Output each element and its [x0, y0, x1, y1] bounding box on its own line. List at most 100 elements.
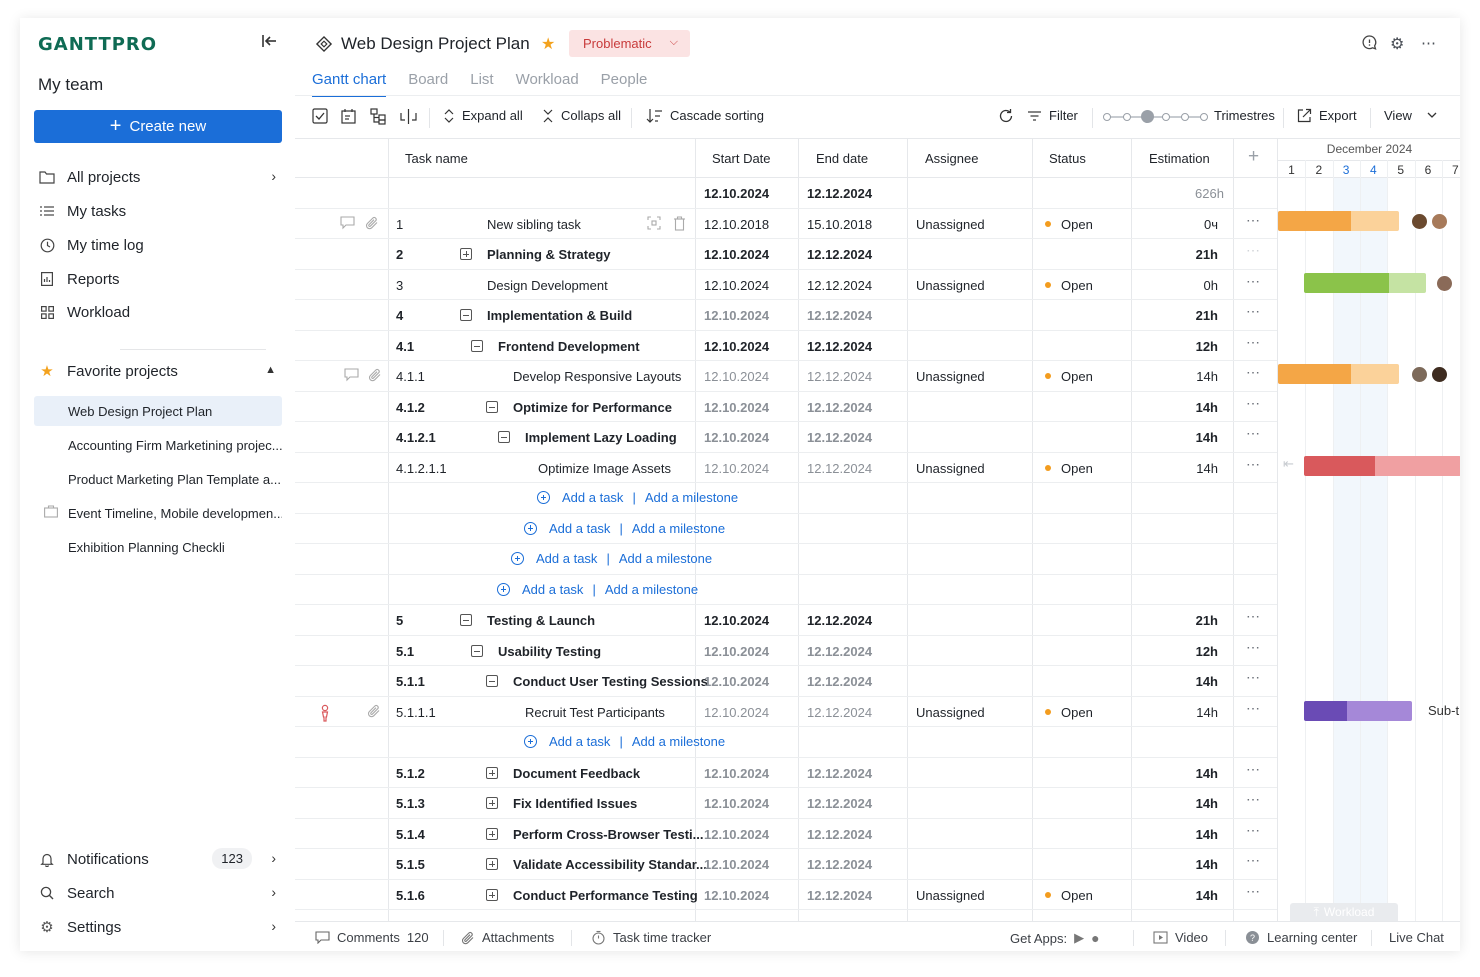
- sidebar-item-my-time-log[interactable]: My time log: [38, 232, 282, 258]
- zoom-slider[interactable]: [1103, 110, 1208, 123]
- add-milestone-link[interactable]: Add a milestone: [619, 551, 712, 566]
- task-start-date[interactable]: 12.10.2024: [704, 796, 769, 811]
- task-assignee[interactable]: Unassigned: [916, 888, 985, 903]
- select-tasks-icon[interactable]: [312, 108, 328, 124]
- task-end-date[interactable]: 12.12.2024: [807, 400, 872, 415]
- comment-icon[interactable]: [340, 215, 355, 231]
- favorite-projects-header[interactable]: ★ Favorite projects ▲: [38, 358, 282, 384]
- task-estimation[interactable]: 21h: [1196, 308, 1218, 323]
- gantt-bar-task-5-1-1-1[interactable]: [1304, 701, 1412, 721]
- task-assignee[interactable]: Unassigned: [916, 278, 985, 293]
- table-row[interactable]: 4.1 Frontend Development 12.10.2024 12.12.2…: [295, 331, 1277, 361]
- column-header-assignee[interactable]: Assignee: [925, 151, 978, 166]
- task-status[interactable]: Open: [1045, 705, 1093, 720]
- add-task-link[interactable]: Add a task: [562, 490, 623, 505]
- task-estimation[interactable]: 21h: [1196, 247, 1218, 262]
- row-more-icon[interactable]: ⋯: [1246, 425, 1261, 442]
- collapse-icon[interactable]: [460, 309, 472, 321]
- task-end-date[interactable]: 12.12.2024: [807, 461, 872, 476]
- add-circle-icon[interactable]: [524, 735, 537, 748]
- focus-icon[interactable]: [647, 215, 662, 231]
- tab-workload[interactable]: Workload: [516, 71, 579, 97]
- column-header-start-date[interactable]: Start Date: [712, 151, 771, 166]
- row-more-icon[interactable]: ⋯: [1246, 639, 1261, 656]
- task-status[interactable]: Open: [1045, 461, 1093, 476]
- favorite-project-item[interactable]: Exhibition Planning Checkli: [34, 532, 282, 562]
- slider-knob[interactable]: [1141, 110, 1154, 123]
- favorite-star-icon[interactable]: ★: [541, 34, 555, 54]
- table-row[interactable]: 5.1.5 Validate Accessibility Standar... 12…: [295, 849, 1277, 880]
- task-estimation[interactable]: 14h: [1196, 430, 1218, 445]
- table-row[interactable]: 5.1.6 Conduct Performance Testing 12.10.20…: [295, 880, 1277, 910]
- task-status[interactable]: Open: [1045, 217, 1093, 232]
- task-start-date[interactable]: 12.10.2024: [704, 888, 769, 903]
- task-end-date[interactable]: 12.12.2024: [807, 430, 872, 445]
- task-estimation[interactable]: 14h: [1196, 461, 1218, 476]
- expand-icon[interactable]: [486, 797, 498, 809]
- task-start-date[interactable]: 12.10.2024: [704, 461, 769, 476]
- sidebar-item-settings[interactable]: ⚙ Settings ›: [38, 914, 282, 940]
- project-title[interactable]: Web Design Project Plan: [341, 34, 530, 54]
- task-end-date[interactable]: 12.12.2024: [807, 796, 872, 811]
- task-name[interactable]: Conduct User Testing Sessions: [513, 674, 708, 689]
- row-more-icon[interactable]: ⋯: [1246, 791, 1261, 808]
- row-more-icon[interactable]: ⋯: [1246, 669, 1261, 686]
- collapse-all-button[interactable]: Collaps all: [542, 108, 621, 123]
- favorite-project-item[interactable]: Product Marketing Plan Template a...: [34, 464, 282, 494]
- table-row[interactable]: 4.1.2 Optimize for Performance 12.10.2024 1…: [295, 392, 1277, 422]
- task-end-date[interactable]: 12.12.2024: [807, 705, 872, 720]
- task-name[interactable]: Validate Accessibility Standar...: [513, 857, 707, 872]
- table-row[interactable]: 5.1.1 Conduct User Testing Sessions 12.10.…: [295, 666, 1277, 697]
- task-estimation[interactable]: 14h: [1196, 400, 1218, 415]
- hierarchy-icon[interactable]: [370, 108, 387, 125]
- table-row[interactable]: 4.1.2.1 Implement Lazy Loading 12.10.2024 1…: [295, 422, 1277, 453]
- task-name[interactable]: Conduct Performance Testing: [513, 888, 698, 903]
- paperclip-icon[interactable]: [368, 368, 383, 383]
- task-estimation[interactable]: 0ч: [1204, 217, 1218, 232]
- gear-icon[interactable]: ⚙: [1390, 34, 1408, 53]
- task-name[interactable]: Fix Identified Issues: [513, 796, 637, 811]
- expand-all-button[interactable]: Expand all: [443, 108, 523, 123]
- row-more-icon[interactable]: ⋯: [1246, 273, 1261, 290]
- expand-icon[interactable]: [486, 827, 498, 840]
- collapse-icon[interactable]: [486, 675, 498, 687]
- expand-icon[interactable]: [486, 858, 498, 870]
- task-estimation[interactable]: 14h: [1196, 766, 1218, 781]
- tab-gantt-chart[interactable]: Gantt chart: [312, 71, 387, 97]
- add-task-link[interactable]: Add a task: [549, 734, 610, 749]
- row-more-icon[interactable]: ⋯: [1246, 608, 1261, 625]
- add-task-link[interactable]: Add a task: [522, 582, 583, 597]
- trash-icon[interactable]: [673, 215, 688, 231]
- task-end-date[interactable]: 15.10.2018: [807, 217, 872, 232]
- task-name[interactable]: Perform Cross-Browser Testi...: [513, 827, 703, 842]
- task-name[interactable]: Design Development: [487, 278, 608, 293]
- export-button[interactable]: Export: [1297, 108, 1357, 123]
- task-estimation[interactable]: 21h: [1196, 613, 1218, 628]
- video-button[interactable]: Video: [1153, 930, 1208, 945]
- task-start-date[interactable]: 12.10.2024: [704, 308, 769, 323]
- column-header-status[interactable]: Status: [1049, 151, 1086, 166]
- favorite-project-item[interactable]: Web Design Project Plan: [34, 396, 282, 426]
- table-row[interactable]: 4.1.1 Develop Responsive Layouts 12.10.202…: [295, 361, 1277, 392]
- task-estimation[interactable]: 14h: [1196, 705, 1218, 720]
- favorite-project-item[interactable]: Accounting Firm Marketining projec...: [34, 430, 282, 460]
- tab-people[interactable]: People: [601, 71, 648, 97]
- add-circle-icon[interactable]: [537, 491, 550, 504]
- refresh-icon[interactable]: [998, 108, 1014, 124]
- row-more-icon[interactable]: ⋯: [1246, 761, 1261, 778]
- row-more-icon[interactable]: ⋯: [1246, 364, 1261, 381]
- task-start-date[interactable]: 12.10.2024: [704, 247, 769, 262]
- gantt-bar-task-3[interactable]: [1304, 273, 1426, 293]
- task-end-date[interactable]: 12.12.2024: [807, 644, 872, 659]
- task-start-date[interactable]: 12.10.2018: [704, 217, 769, 232]
- time-scale-label[interactable]: Trimestres: [1214, 108, 1275, 123]
- task-end-date[interactable]: 12.12.2024: [807, 613, 872, 628]
- task-name[interactable]: Recruit Test Participants: [525, 705, 665, 720]
- task-estimation[interactable]: 14h: [1196, 369, 1218, 384]
- row-more-icon[interactable]: ⋯: [1246, 883, 1261, 900]
- add-task-link[interactable]: Add a task: [536, 551, 597, 566]
- row-more-icon[interactable]: ⋯: [1246, 822, 1261, 839]
- task-estimation[interactable]: 14h: [1196, 796, 1218, 811]
- view-dropdown[interactable]: View: [1384, 108, 1437, 123]
- add-milestone-link[interactable]: Add a milestone: [632, 734, 725, 749]
